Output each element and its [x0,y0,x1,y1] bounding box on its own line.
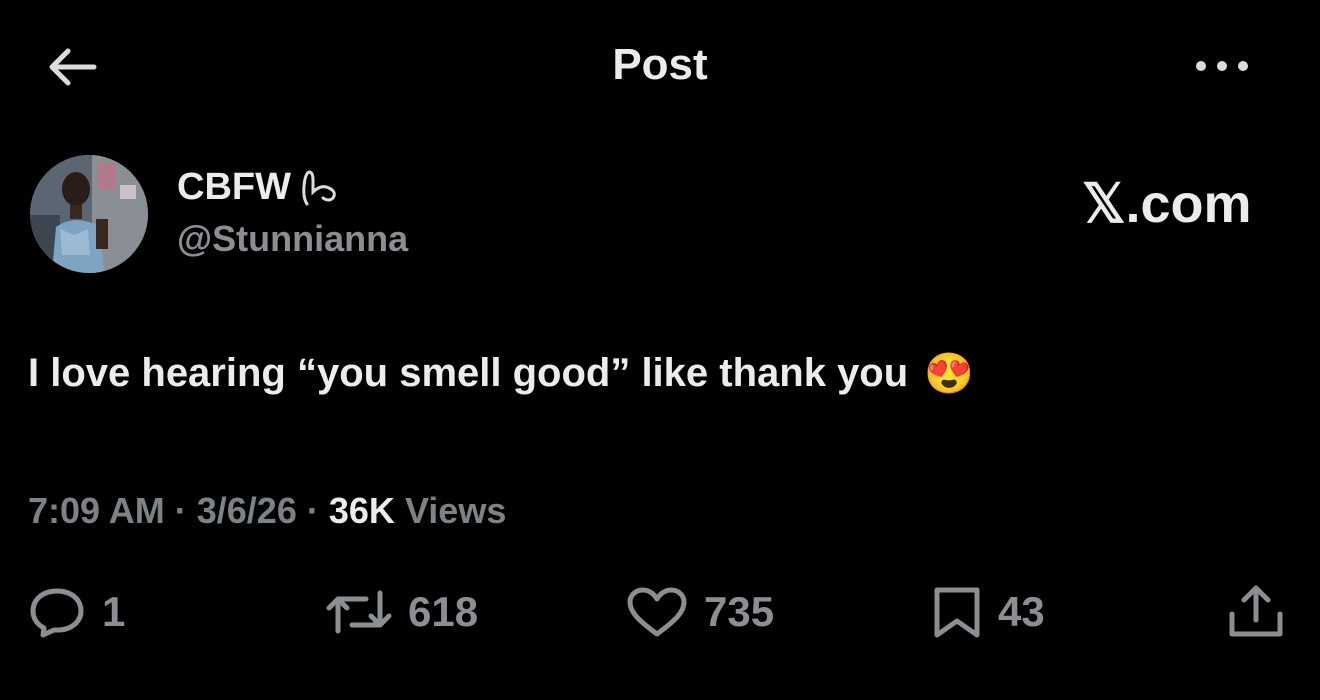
top-bar: Post [0,0,1320,130]
repost-icon [326,590,392,634]
avatar[interactable] [27,152,151,276]
post-body: I love hearing “you smell good” like tha… [28,350,974,397]
meta-separator: · [174,490,187,531]
post-meta: 7:09 AM · 3/6/26 · 36K Views [28,490,506,532]
post-text: I love hearing “you smell good” like tha… [28,351,909,395]
brand-watermark: 𝕏 .com [1082,172,1252,235]
ellipsis-icon [1196,61,1248,71]
views-count: 36K [328,490,395,531]
repost-count: 618 [408,588,479,635]
page-title: Post [612,40,708,89]
reply-button[interactable]: 1 [28,584,125,640]
post-date[interactable]: 3/6/26 [197,490,297,531]
author-display-name[interactable]: CBFW [177,166,343,209]
bookmark-count: 43 [998,588,1045,635]
display-name-text: CBFW [177,166,291,208]
bookmark-button[interactable]: 43 [932,584,1045,640]
more-options-button[interactable] [1190,48,1254,84]
hand-gesture-icon [302,169,336,205]
repost-button[interactable]: 618 [326,584,478,640]
share-icon [1229,585,1283,637]
reply-icon [30,588,84,638]
brand-domain: .com [1125,173,1252,234]
like-count: 735 [704,588,775,635]
post-time[interactable]: 7:09 AM [28,490,165,531]
bookmark-icon [934,587,980,638]
heart-eyes-emoji: 😍 [924,352,974,396]
views-label: Views [404,490,507,531]
heart-icon [627,587,687,637]
avatar-photo [30,155,148,273]
author-handle[interactable]: @Stunnianna [177,218,408,260]
x-logo-mark: 𝕏 [1082,174,1126,234]
share-button[interactable] [1226,584,1286,640]
like-button[interactable]: 735 [626,584,774,640]
meta-separator: · [306,490,319,531]
reply-count: 1 [102,588,126,635]
